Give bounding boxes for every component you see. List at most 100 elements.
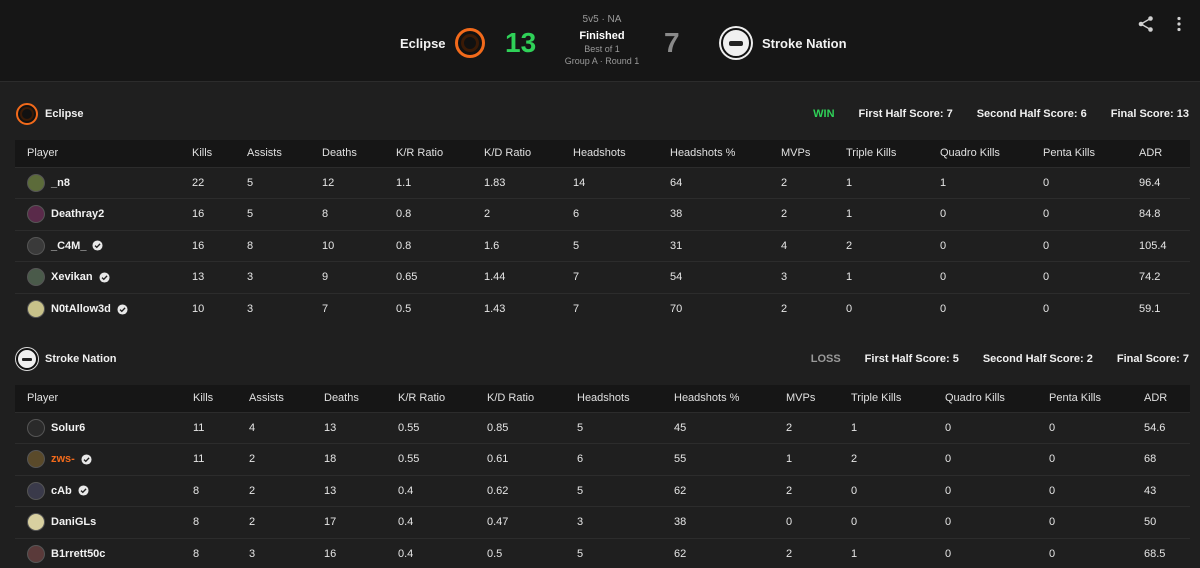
- column-header[interactable]: Headshots %: [670, 140, 781, 167]
- more-vertical-icon[interactable]: [1170, 15, 1188, 33]
- stat-cell: 0: [945, 537, 1049, 568]
- player-name[interactable]: DaniGLs: [51, 516, 96, 528]
- player-cell[interactable]: Solur6: [27, 418, 193, 437]
- table-row[interactable]: zws- 11 2 18 0.55 0.61 6 55 1 2 0 0 68: [15, 443, 1190, 475]
- table-row[interactable]: DaniGLs 8 2 17 0.4 0.47 3 38 0 0 0 0 50: [15, 506, 1190, 538]
- team-name[interactable]: Eclipse: [45, 108, 84, 120]
- avatar[interactable]: [27, 268, 45, 287]
- column-header[interactable]: MVPs: [786, 385, 851, 412]
- avatar[interactable]: [27, 418, 45, 437]
- header-team-a-name[interactable]: Eclipse: [400, 36, 446, 51]
- column-header[interactable]: Triple Kills: [846, 140, 940, 167]
- stat-cell: 105.4: [1139, 229, 1190, 262]
- table-row[interactable]: B1rrett50c 8 3 16 0.4 0.5 5 62 2 1 0 0 68.5: [15, 537, 1190, 568]
- verified-badge-icon: [117, 303, 128, 315]
- match-best-of: Best of 1: [584, 44, 620, 54]
- stat-cell: 74.2: [1139, 261, 1190, 293]
- avatar[interactable]: [27, 513, 45, 532]
- player-name[interactable]: _n8: [51, 177, 70, 189]
- stat-cell: 2: [484, 198, 573, 230]
- table-row[interactable]: _n8 22 5 12 1.1 1.83 14 64 2 1 1 0 96.4: [15, 166, 1190, 199]
- stat-cell: 70: [670, 292, 781, 325]
- table-row[interactable]: N0tAllow3d 10 3 7 0.5 1.43 7 70 2 0 0 0 59.1: [15, 292, 1190, 325]
- player-name[interactable]: Xevikan: [51, 271, 93, 283]
- avatar[interactable]: [27, 545, 45, 563]
- column-header[interactable]: Deaths: [322, 140, 396, 167]
- match-format: 5v5 · NA: [582, 14, 622, 25]
- column-header[interactable]: Assists: [249, 385, 324, 412]
- player-name[interactable]: _C4M_: [51, 240, 86, 252]
- column-header[interactable]: Deaths: [324, 385, 398, 412]
- avatar[interactable]: [27, 205, 45, 224]
- column-header[interactable]: Headshots: [573, 140, 670, 167]
- team-logo-icon[interactable]: [16, 348, 38, 370]
- table-row[interactable]: _C4M_ 16 8 10 0.8 1.6 5 31 4 2 0 0 105.4: [15, 229, 1190, 262]
- player-cell[interactable]: zws-: [27, 450, 193, 469]
- column-header[interactable]: MVPs: [781, 140, 846, 167]
- team-a-logo-icon[interactable]: [455, 28, 485, 58]
- stat-cell: 96.4: [1139, 166, 1190, 199]
- player-cell[interactable]: _C4M_: [27, 236, 192, 255]
- table-row[interactable]: Solur6 11 4 13 0.55 0.85 5 45 2 1 0 0 54.6: [15, 411, 1190, 444]
- player-name[interactable]: zws-: [51, 453, 75, 465]
- column-header[interactable]: Quadro Kills: [945, 385, 1049, 412]
- player-name[interactable]: cAb: [51, 485, 72, 497]
- avatar[interactable]: [27, 481, 45, 500]
- stat-cell: 13: [192, 261, 247, 293]
- stat-cell: 5: [247, 166, 322, 199]
- table-row[interactable]: Deathray2 16 5 8 0.8 2 6 38 2 1 0 0 84.8: [15, 198, 1190, 230]
- column-header[interactable]: Kills: [193, 385, 249, 412]
- stat-cell: 0: [940, 261, 1043, 293]
- column-header[interactable]: Player: [15, 385, 193, 412]
- team-logo-icon[interactable]: [16, 103, 38, 125]
- player-name[interactable]: Solur6: [51, 422, 85, 434]
- column-header[interactable]: Headshots %: [674, 385, 786, 412]
- column-header[interactable]: Headshots: [577, 385, 674, 412]
- table-row[interactable]: Xevikan 13 3 9 0.65 1.44 7 54 3 1 0 0 74.2: [15, 261, 1190, 293]
- stat-cell: 0.5: [396, 292, 484, 325]
- header-team-b-name[interactable]: Stroke Nation: [762, 36, 847, 51]
- column-header[interactable]: K/D Ratio: [487, 385, 577, 412]
- team-b-logo-icon[interactable]: [721, 28, 751, 58]
- avatar[interactable]: [27, 173, 45, 192]
- column-header[interactable]: K/R Ratio: [398, 385, 487, 412]
- stat-cell: 2: [786, 474, 851, 507]
- team-header: Stroke Nation LOSS First Half Score: 5 Seco…: [0, 339, 1200, 379]
- table-row[interactable]: cAb 8 2 13 0.4 0.62 5 62 2 0 0 0 43: [15, 474, 1190, 507]
- avatar[interactable]: [27, 450, 45, 469]
- player-cell[interactable]: _n8: [27, 173, 192, 192]
- stat-cell: 1: [851, 411, 945, 444]
- player-name[interactable]: B1rrett50c: [51, 548, 105, 560]
- stat-cell: 0.55: [398, 411, 487, 444]
- stat-cell: 18: [324, 443, 398, 475]
- column-header[interactable]: ADR: [1139, 140, 1190, 167]
- stat-cell: 4: [781, 229, 846, 262]
- player-cell[interactable]: Xevikan: [27, 268, 192, 287]
- stat-cell: 0.8: [396, 198, 484, 230]
- column-header[interactable]: Quadro Kills: [940, 140, 1043, 167]
- player-cell[interactable]: Deathray2: [27, 205, 192, 224]
- share-icon[interactable]: [1137, 15, 1155, 33]
- player-cell[interactable]: N0tAllow3d: [27, 300, 192, 318]
- column-header[interactable]: Penta Kills: [1043, 140, 1139, 167]
- column-header[interactable]: Player: [15, 140, 192, 167]
- column-header[interactable]: ADR: [1144, 385, 1190, 412]
- player-name[interactable]: N0tAllow3d: [51, 303, 111, 315]
- stat-cell: 11: [193, 411, 249, 444]
- column-header[interactable]: Penta Kills: [1049, 385, 1144, 412]
- avatar[interactable]: [27, 300, 45, 318]
- column-header[interactable]: Kills: [192, 140, 247, 167]
- column-header[interactable]: Triple Kills: [851, 385, 945, 412]
- stat-cell: 0: [1049, 537, 1144, 568]
- player-name[interactable]: Deathray2: [51, 208, 104, 220]
- column-header[interactable]: K/D Ratio: [484, 140, 573, 167]
- column-header[interactable]: K/R Ratio: [396, 140, 484, 167]
- team-name[interactable]: Stroke Nation: [45, 353, 117, 365]
- column-header[interactable]: Assists: [247, 140, 322, 167]
- player-cell[interactable]: B1rrett50c: [27, 545, 193, 563]
- player-stats-table: Player Kills Assists Deaths K/R Ratio K/D Rat…: [15, 385, 1190, 568]
- stat-cell: 68.5: [1144, 537, 1190, 568]
- avatar[interactable]: [27, 236, 45, 255]
- player-cell[interactable]: DaniGLs: [27, 513, 193, 532]
- player-cell[interactable]: cAb: [27, 481, 193, 500]
